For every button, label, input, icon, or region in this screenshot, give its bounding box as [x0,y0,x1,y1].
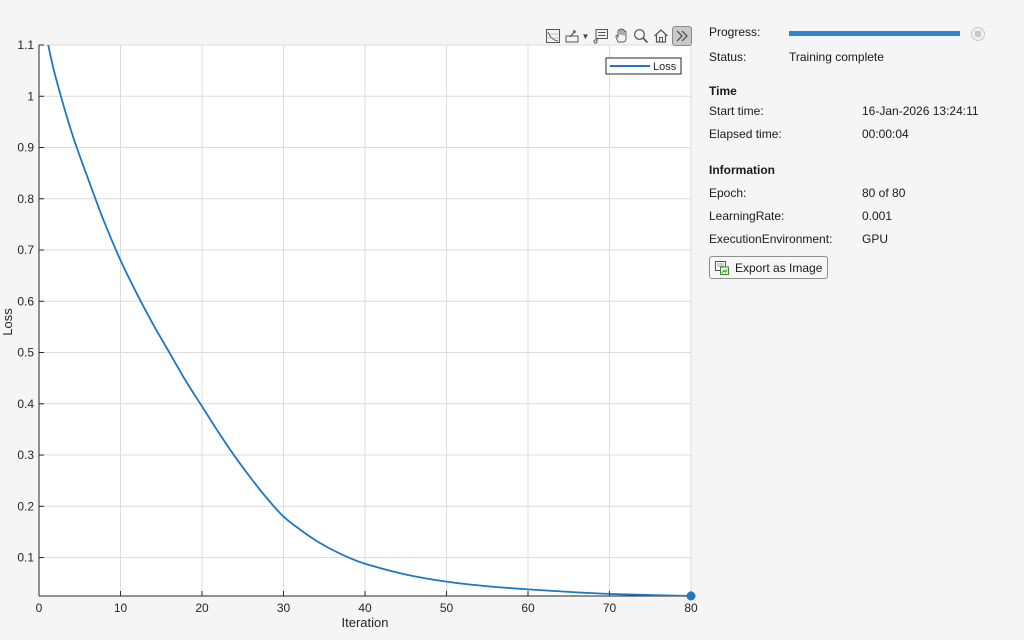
x-tick-label: 80 [684,601,698,615]
stop-training-button[interactable] [971,27,985,41]
progress-bar-fill [789,31,960,36]
last-point-marker [686,591,696,601]
status-label: Status: [709,50,747,64]
progress-label: Progress: [709,25,761,39]
datatip-icon[interactable] [592,27,610,45]
epoch-value: 80 of 80 [862,186,906,200]
collapse-panel-icon[interactable] [672,26,692,46]
x-tick-label: 0 [36,601,43,615]
zoom-icon[interactable] [632,27,650,45]
execution-environment-value: GPU [862,232,889,246]
y-tick-label: 0.6 [17,294,34,308]
information-section-title: Information [709,163,775,177]
status-value: Training complete [789,50,884,64]
y-tick-label: 0.1 [17,551,34,565]
y-tick-label: 1.1 [17,38,34,52]
x-tick-label: 20 [195,601,209,615]
y-tick-label: 0.5 [17,346,34,360]
x-tick-label: 70 [603,601,617,615]
axes-toolbar: ▼ [544,26,692,46]
y-tick-label: 0.8 [17,192,34,206]
x-tick-label: 60 [521,601,535,615]
data-tips-icon[interactable] [544,27,562,45]
export-icon[interactable]: ▼ [564,27,590,45]
training-progress-window: 0.1 0.2 0.3 0.4 0.5 0.6 0.7 0.8 0.9 1 1.1 0 10 20 30 4… [0,0,1024,640]
export-image-icon [715,260,729,275]
elapsed-time-value: 00:00:04 [862,127,909,141]
epoch-label: Epoch: [709,186,747,200]
y-tick-label: 1 [27,89,34,103]
export-as-image-button[interactable]: Export as Image [709,256,829,279]
learning-rate-label: LearningRate: [709,209,785,223]
chevron-down-icon[interactable]: ▼ [582,32,590,41]
loss-chart: 0.1 0.2 0.3 0.4 0.5 0.6 0.7 0.8 0.9 1 1.1 0 10 20 30 4… [0,38,698,630]
pan-icon[interactable] [612,27,630,45]
stop-icon [975,31,981,37]
home-icon[interactable] [652,27,670,45]
y-axis-title: Loss [0,308,15,336]
start-time-label: Start time: [709,104,764,118]
y-tick-label: 0.2 [17,499,34,513]
y-tick-label: 0.7 [17,243,34,257]
legend[interactable]: Loss [605,57,682,75]
x-tick-label: 40 [358,601,372,615]
y-tick-label: 0.3 [17,448,34,462]
x-axis-title: Iteration [342,615,389,630]
execution-environment-label: ExecutionEnvironment: [709,232,833,246]
start-time-value: 16-Jan-2026 13:24:11 [862,104,979,118]
legend-label-loss: Loss [653,61,677,73]
y-tick-label: 0.9 [17,141,34,155]
x-tick-label: 30 [277,601,291,615]
learning-rate-value: 0.001 [862,209,893,223]
time-section-title: Time [709,84,737,98]
y-tick-label: 0.4 [17,397,34,411]
x-tick-label: 50 [440,601,454,615]
export-button-label: Export as Image [735,260,823,275]
x-tick-label: 10 [114,601,128,615]
progress-bar [789,31,960,36]
elapsed-time-label: Elapsed time: [709,127,782,141]
